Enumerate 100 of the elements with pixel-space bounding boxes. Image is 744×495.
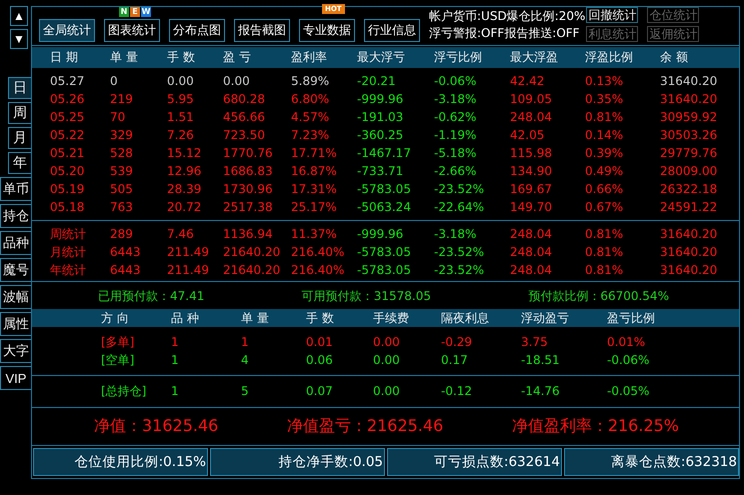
table-cell-text: 05.20 bbox=[50, 163, 86, 180]
table-cell-text: -5063.24 bbox=[357, 199, 412, 216]
table-cell-text: 4.57% bbox=[291, 109, 330, 126]
equity-stat: 净值盈亏：21625.46 bbox=[286, 416, 444, 437]
column-header: 手 数 bbox=[306, 310, 335, 327]
table-cell-text: -20.21 bbox=[357, 73, 397, 90]
table-cell-text: 31640.20 bbox=[660, 262, 718, 280]
table-cell-text: [总持仓] bbox=[101, 383, 148, 400]
table-cell-text: 31640.20 bbox=[660, 244, 718, 262]
table-cell-text: 24591.22 bbox=[660, 199, 718, 216]
period-tab[interactable]: 日 bbox=[8, 77, 31, 99]
table-cell-text: 528 bbox=[110, 145, 134, 162]
table-cell-text: 7.46 bbox=[167, 226, 195, 244]
table-cell-text: 年统计 bbox=[50, 262, 87, 280]
table-cell-text: 0.14% bbox=[585, 127, 624, 144]
table-cell-text: 05.27 bbox=[50, 73, 86, 90]
table-cell-text: -3.18% bbox=[434, 226, 478, 244]
table-cell-text: 2517.38 bbox=[223, 199, 274, 216]
table-cell-text: 16.87% bbox=[291, 163, 338, 180]
toolbar-tab[interactable]: 专业数据 bbox=[299, 19, 355, 42]
column-header: 盈利率 bbox=[291, 49, 328, 66]
table-cell-text: 0.07 bbox=[306, 383, 334, 400]
table-cell-text: -5.18% bbox=[434, 145, 478, 162]
table-cell-text: 7.26 bbox=[167, 127, 195, 144]
toolbar-tab[interactable]: 全局统计 bbox=[39, 19, 95, 42]
sidebar-item[interactable]: 品种 bbox=[0, 231, 31, 255]
table-cell-text: 21640.20 bbox=[223, 244, 282, 262]
table-cell-text: -3.18% bbox=[434, 91, 478, 108]
table-cell-text: 115.98 bbox=[510, 145, 553, 162]
table-cell-text: 539 bbox=[110, 163, 134, 180]
table-cell-text: 456.66 bbox=[223, 109, 266, 126]
table-cell-text: 28.39 bbox=[167, 181, 202, 198]
table-cell-text: -360.25 bbox=[357, 127, 404, 144]
table-cell-text: 5 bbox=[241, 383, 250, 400]
table-cell-text: -0.29 bbox=[441, 334, 474, 351]
table-cell-text: 1730.96 bbox=[223, 181, 274, 198]
table-cell-text: 05.22 bbox=[50, 127, 86, 144]
table-cell-text: 28009.00 bbox=[660, 163, 718, 180]
table-cell-text: -0.12 bbox=[441, 383, 474, 400]
sidebar-item[interactable]: 波幅 bbox=[0, 285, 31, 309]
table-cell-text: 31640.20 bbox=[660, 226, 718, 244]
sidebar-item[interactable]: 大字 bbox=[0, 339, 31, 363]
table-cell-text: 0.13% bbox=[585, 73, 624, 90]
column-header: 最大浮盈 bbox=[510, 49, 559, 66]
period-tab[interactable]: 年 bbox=[8, 152, 31, 174]
sidebar-item[interactable]: 单币 bbox=[0, 177, 31, 201]
column-header: 浮亏比例 bbox=[434, 49, 483, 66]
table-cell-text: -999.96 bbox=[357, 91, 404, 108]
table-cell-text: 0.00 bbox=[373, 334, 401, 351]
column-header: 日 期 bbox=[50, 49, 79, 66]
table-cell-text: 21640.20 bbox=[223, 262, 282, 280]
scroll-arrow-button[interactable]: ▲ bbox=[10, 6, 28, 26]
scroll-arrow-button[interactable]: ▼ bbox=[10, 29, 28, 49]
column-header: 方 向 bbox=[101, 310, 130, 327]
table-cell-text: -999.96 bbox=[357, 226, 404, 244]
table-cell-text: 3.75 bbox=[521, 334, 549, 351]
table-cell-text: 149.70 bbox=[510, 199, 553, 216]
toolbar-tab[interactable]: 分布点图 bbox=[169, 19, 225, 42]
table-cell-text: 4 bbox=[241, 352, 250, 369]
table-cell-text: 42.42 bbox=[510, 73, 546, 90]
status-panel: 离暴仓点数:632318 bbox=[564, 448, 739, 476]
table-cell-text: 1686.83 bbox=[223, 163, 274, 180]
table-cell-text: -23.52% bbox=[434, 181, 486, 198]
table-cell-text: 05.26 bbox=[50, 91, 86, 108]
table-cell-text: 0.81% bbox=[585, 109, 624, 126]
table-cell-text: 0.01 bbox=[306, 334, 334, 351]
table-cell-text: 20.72 bbox=[167, 199, 202, 216]
status-panel: 可亏损点数:632614 bbox=[387, 448, 562, 476]
sidebar-item[interactable]: 持仓 bbox=[0, 204, 31, 228]
toolbar-tab[interactable]: 行业信息 bbox=[364, 19, 420, 42]
stats-button[interactable]: 回撤统计 bbox=[586, 7, 638, 23]
sidebar-item[interactable]: 属性 bbox=[0, 312, 31, 336]
column-header: 浮动盈亏 bbox=[521, 310, 570, 327]
table-cell-text: 289 bbox=[110, 226, 134, 244]
table-cell-text: 05.19 bbox=[50, 181, 86, 198]
table-cell-text: -0.62% bbox=[434, 109, 478, 126]
column-header: 手 数 bbox=[167, 49, 196, 66]
table-cell-text: 0.67% bbox=[585, 199, 624, 216]
period-tab[interactable]: 周 bbox=[8, 102, 31, 124]
table-cell-text: -191.03 bbox=[357, 109, 404, 126]
column-header: 浮盈比例 bbox=[585, 49, 634, 66]
period-tab[interactable]: 月 bbox=[8, 127, 31, 149]
toolbar-tab[interactable]: 报告截图 bbox=[234, 19, 290, 42]
table-cell-text: 5.95 bbox=[167, 91, 195, 108]
table-cell-text: -22.64% bbox=[434, 199, 486, 216]
table-cell-text: 1 bbox=[241, 334, 250, 351]
table-cell-text: 216.40% bbox=[291, 244, 346, 262]
toolbar-tab[interactable]: 图表统计 bbox=[104, 19, 160, 42]
sidebar-item[interactable]: 魔号 bbox=[0, 258, 31, 282]
table-cell-text: 30503.26 bbox=[660, 127, 718, 144]
table-cell-text: 0 bbox=[110, 73, 119, 90]
column-header: 单 量 bbox=[241, 310, 270, 327]
table-cell-text: 70 bbox=[110, 109, 126, 126]
table-cell-text: 12.96 bbox=[167, 163, 202, 180]
status-panel: 仓位使用比例:0.15% bbox=[33, 448, 208, 476]
table-cell-text: 680.28 bbox=[223, 91, 266, 108]
table-cell-text: 05.25 bbox=[50, 109, 86, 126]
new-badge: N E W bbox=[119, 7, 151, 17]
table-cell-text: 0.39% bbox=[585, 145, 624, 162]
sidebar-item[interactable]: VIP bbox=[0, 366, 31, 390]
